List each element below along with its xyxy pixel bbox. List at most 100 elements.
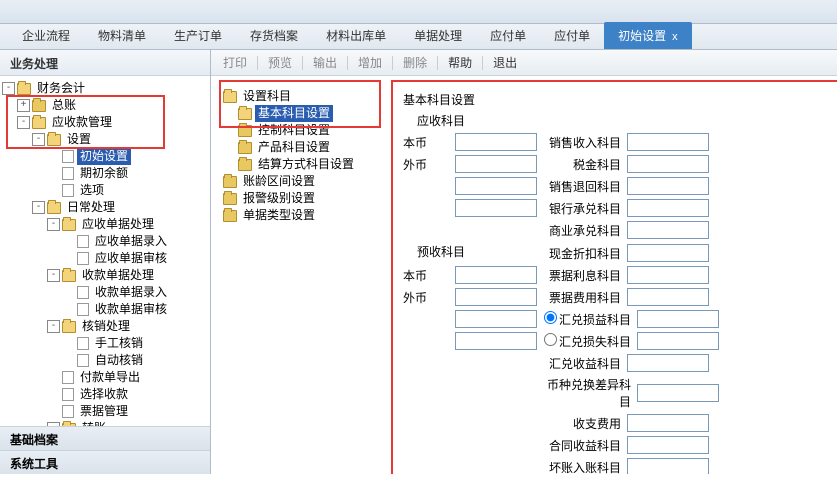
tab-pay2[interactable]: 应付单 bbox=[540, 22, 604, 49]
folder-open-icon bbox=[32, 117, 46, 129]
tree-manual-verify[interactable]: 手工核销 bbox=[92, 335, 146, 352]
tab-enterprise[interactable]: 企业流程 bbox=[8, 22, 84, 49]
tab-init-settings[interactable]: 初始设置x bbox=[604, 22, 692, 49]
expand-icon[interactable]: - bbox=[47, 320, 60, 333]
tab-pay1[interactable]: 应付单 bbox=[476, 22, 540, 49]
tree-opening[interactable]: 期初余额 bbox=[77, 165, 131, 182]
in-adv-fx1[interactable] bbox=[455, 288, 537, 306]
tree-rcpt-audit[interactable]: 收款单据审核 bbox=[92, 301, 170, 318]
btn-exit[interactable]: 退出 bbox=[487, 51, 523, 74]
tree-options[interactable]: 选项 bbox=[77, 182, 107, 199]
st-root[interactable]: 设置科目 bbox=[240, 88, 294, 105]
st-control[interactable]: 控制科目设置 bbox=[255, 122, 333, 139]
close-icon[interactable]: x bbox=[672, 31, 678, 43]
tab-material[interactable]: 材料出库单 bbox=[312, 22, 400, 49]
in-ar-fx1[interactable] bbox=[455, 155, 537, 173]
side-section-basic[interactable]: 基础档案 bbox=[0, 426, 210, 450]
st-settle[interactable]: 结算方式科目设置 bbox=[255, 156, 357, 173]
side-section-tools[interactable]: 系统工具 bbox=[0, 450, 210, 474]
lbl-tax: 税金科目 bbox=[537, 156, 627, 173]
tree-bill-mgmt[interactable]: 票据管理 bbox=[77, 403, 131, 420]
in-fx-gain2[interactable] bbox=[627, 354, 709, 372]
btn-add[interactable]: 增加 bbox=[352, 51, 388, 74]
st-basic[interactable]: 基本科目设置 bbox=[255, 105, 333, 122]
st-alert[interactable]: 报警级别设置 bbox=[240, 190, 318, 207]
tree-receipt[interactable]: 收款单据处理 bbox=[79, 267, 157, 284]
in-adv-fx2[interactable] bbox=[455, 310, 537, 328]
in-bill-fee[interactable] bbox=[627, 288, 709, 306]
lbl-comm-accept: 商业承兑科目 bbox=[537, 222, 627, 239]
in-adv-fx3[interactable] bbox=[455, 332, 537, 350]
folder-open-icon bbox=[47, 202, 61, 214]
radio-fx-gain[interactable] bbox=[544, 311, 557, 324]
btn-help[interactable]: 帮助 bbox=[442, 51, 478, 74]
tab-bom[interactable]: 物料清单 bbox=[84, 22, 160, 49]
expand-icon[interactable]: - bbox=[47, 218, 60, 231]
lbl-local2: 本币 bbox=[403, 267, 455, 284]
st-doctype[interactable]: 单据类型设置 bbox=[240, 207, 318, 224]
st-product[interactable]: 产品科目设置 bbox=[255, 139, 333, 156]
page-icon bbox=[62, 405, 74, 418]
in-sales-rev[interactable] bbox=[627, 133, 709, 151]
in-contract[interactable] bbox=[627, 436, 709, 454]
in-curr-diff[interactable] bbox=[637, 384, 719, 402]
in-sales-ret[interactable] bbox=[627, 177, 709, 195]
expand-icon[interactable]: - bbox=[47, 269, 60, 282]
in-baddebt[interactable] bbox=[627, 458, 709, 474]
in-ar-fx3[interactable] bbox=[455, 199, 537, 217]
tab-production[interactable]: 生产订单 bbox=[160, 22, 236, 49]
btn-delete[interactable]: 删除 bbox=[397, 51, 433, 74]
in-bank-accept[interactable] bbox=[627, 199, 709, 217]
folder-icon bbox=[238, 159, 252, 171]
in-fx-gain[interactable] bbox=[637, 310, 719, 328]
btn-print[interactable]: 打印 bbox=[217, 51, 253, 74]
radio-fx-loss[interactable] bbox=[544, 333, 557, 346]
tree-select-receipt[interactable]: 选择收款 bbox=[77, 386, 131, 403]
tree-settings[interactable]: 设置 bbox=[64, 131, 94, 148]
tree-ar-audit[interactable]: 应收单据审核 bbox=[92, 250, 170, 267]
btn-output[interactable]: 输出 bbox=[307, 51, 343, 74]
tree-gl[interactable]: 总账 bbox=[49, 97, 79, 114]
tree-finance[interactable]: 财务会计 bbox=[34, 80, 88, 97]
in-comm-accept[interactable] bbox=[627, 221, 709, 239]
lbl-fx-gain: 汇兑损益科目 bbox=[559, 313, 631, 327]
tab-inventory[interactable]: 存货档案 bbox=[236, 22, 312, 49]
in-bill-int[interactable] bbox=[627, 266, 709, 284]
folder-open-icon bbox=[62, 270, 76, 282]
sidebar: 业务处理 -财务会计 +总账 -应收款管理 -设置 初始设置 期初余额 选项 -… bbox=[0, 50, 211, 474]
in-ar-local[interactable] bbox=[455, 133, 537, 151]
expand-icon[interactable]: - bbox=[17, 116, 30, 129]
tree-ar-doc[interactable]: 应收单据处理 bbox=[79, 216, 157, 233]
st-aging[interactable]: 账龄区间设置 bbox=[240, 173, 318, 190]
expand-icon[interactable]: - bbox=[2, 82, 15, 95]
lbl-sales-ret: 销售退回科目 bbox=[537, 178, 627, 195]
in-adv-local[interactable] bbox=[455, 266, 537, 284]
tree-rcpt-entry[interactable]: 收款单据录入 bbox=[92, 284, 170, 301]
tree-init-settings[interactable]: 初始设置 bbox=[77, 148, 131, 165]
expand-icon[interactable]: - bbox=[32, 201, 45, 214]
tree-pay-export[interactable]: 付款单导出 bbox=[77, 369, 143, 386]
in-tax[interactable] bbox=[627, 155, 709, 173]
tree-daily[interactable]: 日常处理 bbox=[64, 199, 118, 216]
in-cash-disc[interactable] bbox=[627, 244, 709, 262]
tab-doc[interactable]: 单据处理 bbox=[400, 22, 476, 49]
tree-auto-verify[interactable]: 自动核销 bbox=[92, 352, 146, 369]
expand-icon[interactable]: - bbox=[32, 133, 45, 146]
lbl-bill-int: 票据利息科目 bbox=[537, 267, 627, 284]
settings-tree: 设置科目 基本科目设置 控制科目设置 产品科目设置 结算方式科目设置 账龄区间设… bbox=[221, 84, 381, 228]
in-ar-fx2[interactable] bbox=[455, 177, 537, 195]
page-icon bbox=[77, 252, 89, 265]
tree-ar[interactable]: 应收款管理 bbox=[49, 114, 115, 131]
lbl-baddebt: 坏账入账科目 bbox=[537, 459, 627, 475]
tree-ar-entry[interactable]: 应收单据录入 bbox=[92, 233, 170, 250]
main-area: 打印 预览 输出 增加 删除 帮助 退出 设置科目 基本科目设置 控制科目设置 … bbox=[211, 50, 837, 474]
folder-open-icon bbox=[238, 108, 252, 120]
in-fx-loss[interactable] bbox=[637, 332, 719, 350]
form-panel: 基本科目设置 应收科目 本币销售收入科目 外币税金科目 销售退回科目 银行承兑科… bbox=[391, 80, 837, 474]
tree-verify[interactable]: 核销处理 bbox=[79, 318, 133, 335]
expand-icon[interactable]: + bbox=[17, 99, 30, 112]
btn-preview[interactable]: 预览 bbox=[262, 51, 298, 74]
page-icon bbox=[62, 184, 74, 197]
lbl-contract: 合同收益科目 bbox=[537, 437, 627, 454]
in-fee[interactable] bbox=[627, 414, 709, 432]
